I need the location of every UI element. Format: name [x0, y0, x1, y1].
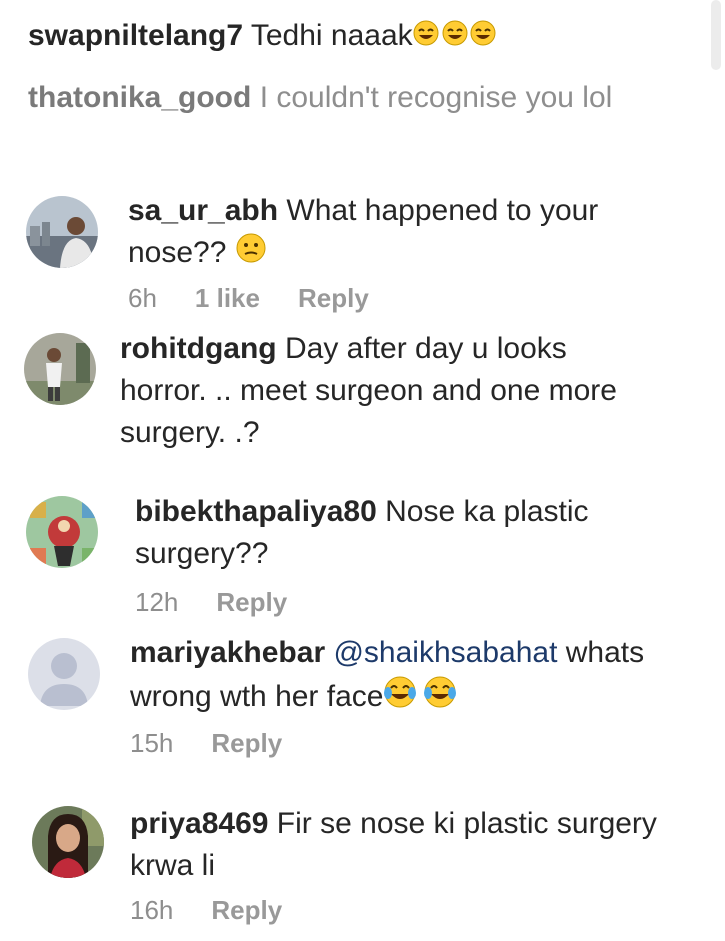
avatar[interactable]	[26, 196, 98, 268]
comment-meta: 15h Reply	[130, 728, 320, 759]
reply-button[interactable]: Reply	[216, 587, 287, 618]
avatar[interactable]	[26, 496, 98, 568]
reply-button[interactable]: Reply	[211, 728, 282, 759]
tears-of-joy-emoji-icon	[383, 674, 459, 722]
comment-time: 15h	[130, 728, 174, 758]
comment-body: mariyakhebar @shaikhsabahat whats wrong …	[130, 632, 700, 722]
avatar[interactable]	[32, 806, 104, 878]
comment-username[interactable]: bibekthapaliya80	[135, 495, 377, 528]
comment-body: sa_ur_abh What happened to your nose??	[128, 190, 688, 276]
scrollbar[interactable]	[711, 0, 721, 70]
comment-username[interactable]: sa_ur_abh	[128, 194, 278, 227]
comment-meta: 6h 1 like Reply	[128, 283, 407, 314]
reply-button[interactable]: Reply	[298, 283, 369, 314]
comment-text: I couldn't recognise you lol	[259, 81, 613, 114]
default-avatar-icon[interactable]	[28, 638, 100, 710]
confused-emoji-icon	[235, 232, 267, 276]
avatar[interactable]	[24, 333, 96, 405]
comment-username[interactable]: rohitdgang	[120, 332, 277, 365]
comment-username[interactable]: thatonika_good	[28, 81, 251, 114]
comment-swapniltelang7: swapniltelang7 Tedhi naaak	[28, 16, 695, 57]
comment-username[interactable]: swapniltelang7	[28, 19, 243, 52]
mention-link[interactable]: @shaikhsabahat	[333, 636, 557, 669]
likes-count[interactable]: 1 like	[195, 283, 260, 314]
comment-time: 16h	[130, 895, 174, 925]
comment-thatonika_good: thatonika_good I couldn't recognise you …	[28, 78, 648, 118]
comment-text: Tedhi naaak	[250, 19, 413, 52]
comment-body: rohitdgang Day after day u looks horror.…	[120, 328, 660, 454]
reply-button[interactable]: Reply	[211, 895, 282, 926]
comment-time: 12h	[135, 587, 179, 617]
comment-body: bibekthapaliya80 Nose ka plastic surgery…	[135, 491, 695, 575]
comment-body: priya8469 Fir se nose ki plastic surgery…	[130, 803, 715, 887]
comment-meta: 12h Reply	[135, 587, 325, 618]
comment-time: 6h	[128, 283, 157, 313]
comment-username[interactable]: priya8469	[130, 807, 268, 840]
grinning-emoji-icon	[413, 17, 497, 57]
comment-username[interactable]: mariyakhebar	[130, 636, 325, 669]
comment-meta: 16h Reply	[130, 895, 320, 926]
